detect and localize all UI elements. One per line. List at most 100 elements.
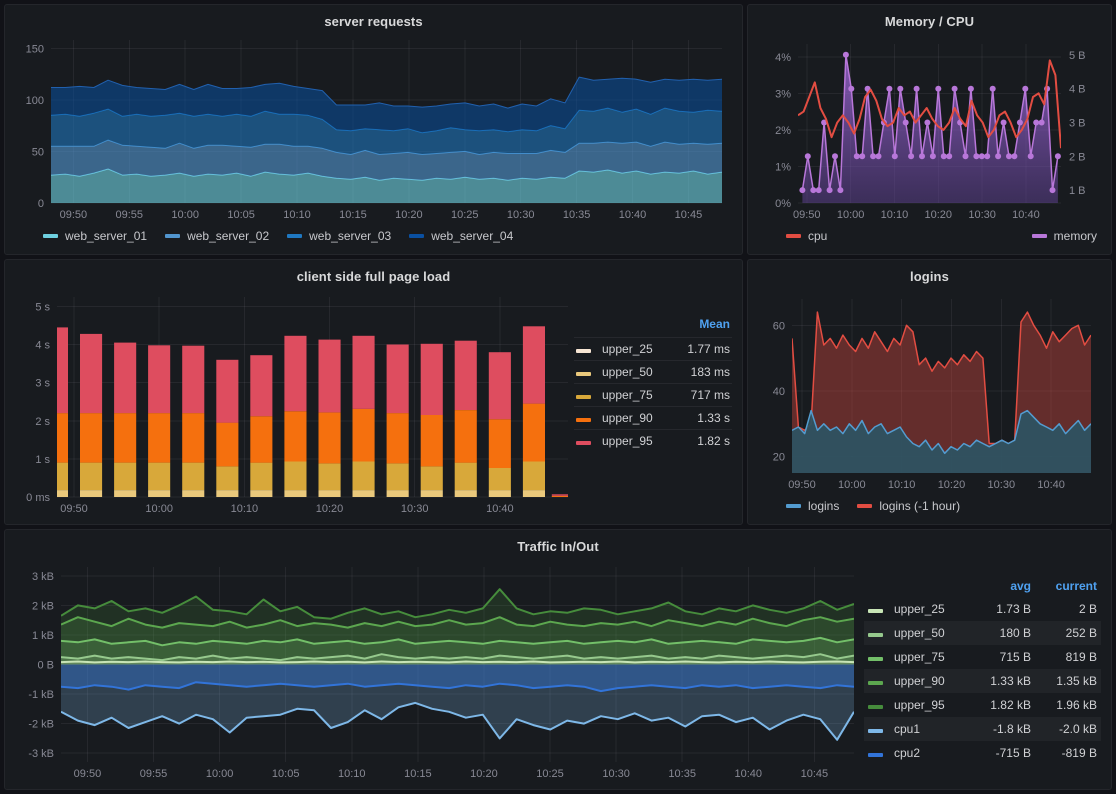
legend-label: web_server_01 (65, 229, 147, 243)
legend-mean-value: 183 ms (664, 365, 730, 379)
legend-item-logins-1-hour-[interactable]: logins (-1 hour) (857, 499, 960, 513)
panel-title-server-requests[interactable]: server requests (15, 12, 732, 34)
svg-text:10:45: 10:45 (801, 768, 829, 780)
svg-text:10:20: 10:20 (316, 503, 344, 515)
legend-item-logins[interactable]: logins (786, 499, 839, 513)
legend-item-web-server-02[interactable]: web_server_02 (165, 229, 269, 243)
svg-text:10:10: 10:10 (231, 503, 259, 515)
series-color-swatch (43, 234, 58, 238)
legend-item-web-server-04[interactable]: web_server_04 (409, 229, 513, 243)
svg-text:4 s: 4 s (35, 340, 50, 352)
svg-text:10:40: 10:40 (1037, 479, 1065, 491)
svg-text:10:15: 10:15 (339, 209, 367, 221)
traffic-canvas[interactable]: 3 kB2 kB1 kB0 B-1 kB-2 kB-3 kB09:5009:55… (15, 559, 864, 784)
legend-avg-value: 715 B (969, 650, 1031, 664)
series-color-swatch (576, 441, 591, 445)
memory_cpu-canvas[interactable]: 0%1%2%3%4%1 B2 B3 B4 B5 B09:5010:0010:10… (758, 34, 1101, 225)
svg-text:10:35: 10:35 (668, 768, 696, 780)
page_load-canvas[interactable]: 0 ms1 s2 s3 s4 s5 s09:5010:0010:1010:201… (15, 289, 574, 519)
svg-text:-3 kB: -3 kB (28, 748, 54, 760)
svg-text:09:50: 09:50 (74, 768, 102, 780)
logins-chart[interactable]: 20406009:5010:0010:1010:2010:3010:40 (758, 289, 1101, 495)
svg-text:10:00: 10:00 (838, 479, 866, 491)
svg-text:10:05: 10:05 (272, 768, 300, 780)
legend-item-cpu[interactable]: cpu (786, 229, 827, 243)
svg-text:10:10: 10:10 (338, 768, 366, 780)
legend-label: upper_95 (894, 698, 969, 712)
legend-mean-value: 717 ms (664, 388, 730, 402)
legend-row-upper_75[interactable]: upper_75717 ms (574, 383, 732, 406)
legend-header-current[interactable]: current (1031, 579, 1097, 593)
legend-label: upper_75 (894, 650, 969, 664)
panel-title-traffic[interactable]: Traffic In/Out (15, 537, 1101, 559)
legend-row-upper_90[interactable]: upper_901.33 s (574, 406, 732, 429)
legend-row-upper_50[interactable]: upper_50180 B252 B (864, 621, 1101, 645)
legend-row-upper_25[interactable]: upper_251.77 ms (574, 337, 732, 360)
legend-mean-value: 1.77 ms (664, 342, 730, 356)
series-color-swatch (868, 705, 883, 709)
series-color-swatch (165, 234, 180, 238)
legend-label: web_server_03 (309, 229, 391, 243)
svg-text:10:05: 10:05 (227, 209, 255, 221)
panel-memory-cpu: Memory / CPU 0%1%2%3%4%1 B2 B3 B4 B5 B09… (747, 4, 1112, 255)
series-color-swatch (409, 234, 424, 238)
legend-row-upper_90[interactable]: upper_901.33 kB1.35 kB (864, 669, 1101, 693)
svg-text:10:20: 10:20 (938, 479, 966, 491)
legend-label: cpu2 (894, 746, 969, 760)
legend-header-avg[interactable]: avg (969, 579, 1031, 593)
svg-text:09:55: 09:55 (116, 209, 144, 221)
page-load-legend: Mean upper_251.77 msupper_50183 msupper_7… (574, 289, 732, 519)
svg-text:10:00: 10:00 (206, 768, 234, 780)
traffic-chart[interactable]: 3 kB2 kB1 kB0 B-1 kB-2 kB-3 kB09:5009:55… (15, 559, 864, 784)
server_requests-canvas[interactable]: 05010015009:5009:5510:0010:0510:1010:151… (15, 34, 732, 225)
legend-item-web-server-03[interactable]: web_server_03 (287, 229, 391, 243)
svg-text:3 s: 3 s (35, 378, 50, 390)
logins-canvas[interactable]: 20406009:5010:0010:1010:2010:3010:40 (758, 289, 1101, 495)
svg-text:10:00: 10:00 (837, 209, 865, 221)
legend-label: memory (1054, 229, 1097, 243)
legend-current-value: -819 B (1031, 746, 1097, 760)
legend-item-web-server-01[interactable]: web_server_01 (43, 229, 147, 243)
panel-title-memory-cpu[interactable]: Memory / CPU (758, 12, 1101, 34)
legend-label: upper_90 (894, 674, 969, 688)
traffic-legend: avgcurrent upper_251.73 B2 Bupper_50180 B… (864, 559, 1101, 784)
svg-text:0%: 0% (775, 198, 791, 210)
legend-row-upper_25[interactable]: upper_251.73 B2 B (864, 597, 1101, 621)
svg-text:3 B: 3 B (1069, 117, 1086, 129)
page-load-chart[interactable]: 0 ms1 s2 s3 s4 s5 s09:5010:0010:1010:201… (15, 289, 574, 519)
panel-title-logins[interactable]: logins (758, 267, 1101, 289)
series-color-swatch (868, 753, 883, 757)
legend-label: upper_95 (602, 434, 664, 448)
legend-row-upper_95[interactable]: upper_951.82 kB1.96 kB (864, 693, 1101, 717)
series-color-swatch (868, 609, 883, 613)
legend-row-upper_50[interactable]: upper_50183 ms (574, 360, 732, 383)
legend-mean-value: 1.33 s (664, 411, 730, 425)
legend-label: upper_90 (602, 411, 664, 425)
svg-text:10:20: 10:20 (395, 209, 423, 221)
svg-text:-1 kB: -1 kB (28, 689, 54, 701)
legend-current-value: -2.0 kB (1031, 722, 1097, 736)
svg-text:3%: 3% (775, 88, 791, 100)
svg-text:0 ms: 0 ms (26, 492, 50, 504)
legend-header-mean[interactable]: Mean (664, 317, 730, 331)
server-requests-chart[interactable]: 05010015009:5009:5510:0010:0510:1010:151… (15, 34, 732, 225)
legend-label: web_server_02 (187, 229, 269, 243)
memory-cpu-chart[interactable]: 0%1%2%3%4%1 B2 B3 B4 B5 B09:5010:0010:10… (758, 34, 1101, 225)
legend-label: upper_25 (894, 602, 969, 616)
legend-avg-value: 1.82 kB (969, 698, 1031, 712)
svg-text:10:30: 10:30 (602, 768, 630, 780)
legend-row-cpu2[interactable]: cpu2-715 B-819 B (864, 741, 1101, 765)
panel-title-page-load[interactable]: client side full page load (15, 267, 732, 289)
grafana-dashboard: server requests 05010015009:5009:5510:00… (0, 0, 1116, 794)
legend-avg-value: 1.73 B (969, 602, 1031, 616)
series-color-swatch (868, 657, 883, 661)
series-color-swatch (287, 234, 302, 238)
legend-row-upper_95[interactable]: upper_951.82 s (574, 429, 732, 452)
svg-text:10:40: 10:40 (486, 503, 514, 515)
svg-text:60: 60 (773, 320, 785, 332)
legend-row-upper_75[interactable]: upper_75715 B819 B (864, 645, 1101, 669)
legend-item-memory[interactable]: memory (1032, 229, 1097, 243)
svg-text:10:40: 10:40 (1012, 209, 1040, 221)
legend-row-cpu1[interactable]: cpu1-1.8 kB-2.0 kB (864, 717, 1101, 741)
svg-text:2 kB: 2 kB (32, 600, 54, 612)
